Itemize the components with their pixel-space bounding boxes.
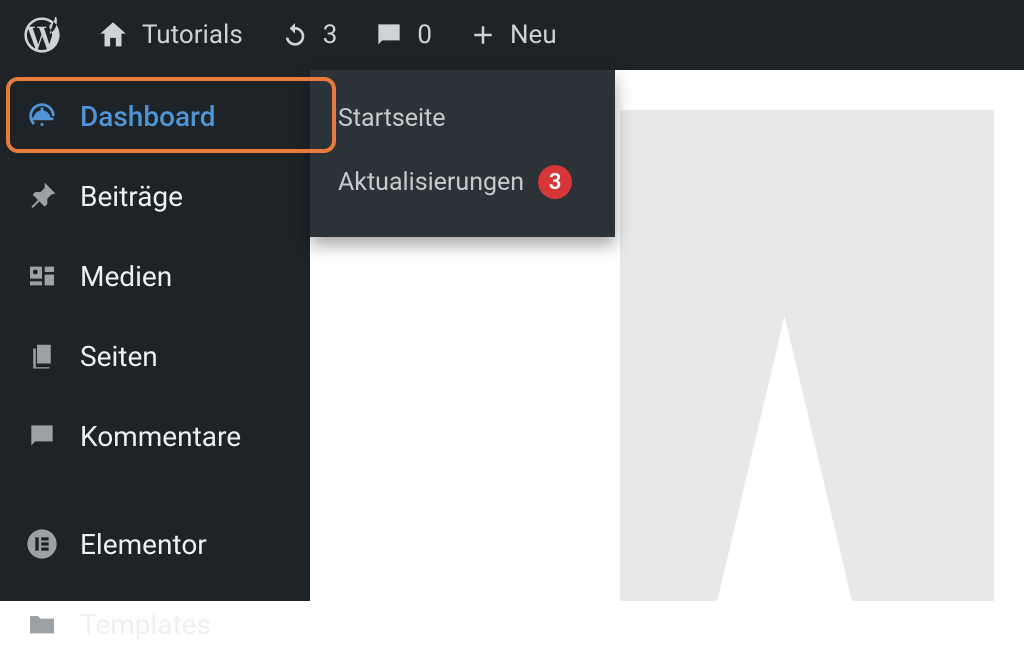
sidebar-item-comments[interactable]: Kommentare [0,396,310,476]
content-placeholder-graphic [620,110,994,601]
pushpin-icon [24,180,60,212]
flyout-item-startseite[interactable]: Startseite [310,88,615,149]
sidebar-item-label: Seiten [80,340,158,373]
site-name-menu[interactable]: Tutorials [78,0,261,70]
media-icon [24,260,60,292]
updates-count: 3 [323,20,338,50]
comment-icon [373,19,405,51]
admin-toolbar: Tutorials 3 0 Neu [0,0,1024,70]
sidebar-item-label: Templates [80,608,211,641]
comment-icon [24,420,60,452]
sidebar-item-media[interactable]: Medien [0,236,310,316]
new-content-label: Neu [510,20,557,50]
admin-sidebar: Dashboard Beiträge Medien Seiten Komment… [0,70,310,601]
wordpress-logo-icon [24,17,60,53]
refresh-icon [279,19,311,51]
update-count-badge: 3 [538,165,572,199]
home-icon [96,18,130,52]
sidebar-item-templates[interactable]: Templates [0,584,310,664]
menu-separator [0,476,310,504]
updates-menu[interactable]: 3 [261,0,356,70]
flyout-item-aktualisierungen[interactable]: Aktualisierungen 3 [310,149,615,215]
wordpress-logo-menu[interactable] [6,0,78,70]
elementor-icon [24,528,60,560]
sidebar-item-label: Medien [80,260,172,293]
pages-icon [24,341,60,371]
sidebar-item-posts[interactable]: Beiträge [0,156,310,236]
site-name-label: Tutorials [142,20,243,50]
sidebar-item-pages[interactable]: Seiten [0,316,310,396]
folder-icon [24,608,60,640]
comments-menu[interactable]: 0 [355,0,450,70]
sidebar-item-elementor[interactable]: Elementor [0,504,310,584]
dashboard-flyout-submenu: Startseite Aktualisierungen 3 [310,70,615,237]
sidebar-item-label: Kommentare [80,420,241,453]
comments-count: 0 [417,20,432,50]
new-content-menu[interactable]: Neu [450,0,575,70]
flyout-item-label: Startseite [338,104,446,133]
sidebar-item-dashboard[interactable]: Dashboard [0,76,310,156]
flyout-item-label: Aktualisierungen [338,168,524,197]
plus-icon [468,20,498,50]
sidebar-item-label: Elementor [80,528,207,561]
dashboard-icon [24,99,60,133]
sidebar-item-label: Dashboard [80,100,215,133]
sidebar-item-label: Beiträge [80,180,183,213]
